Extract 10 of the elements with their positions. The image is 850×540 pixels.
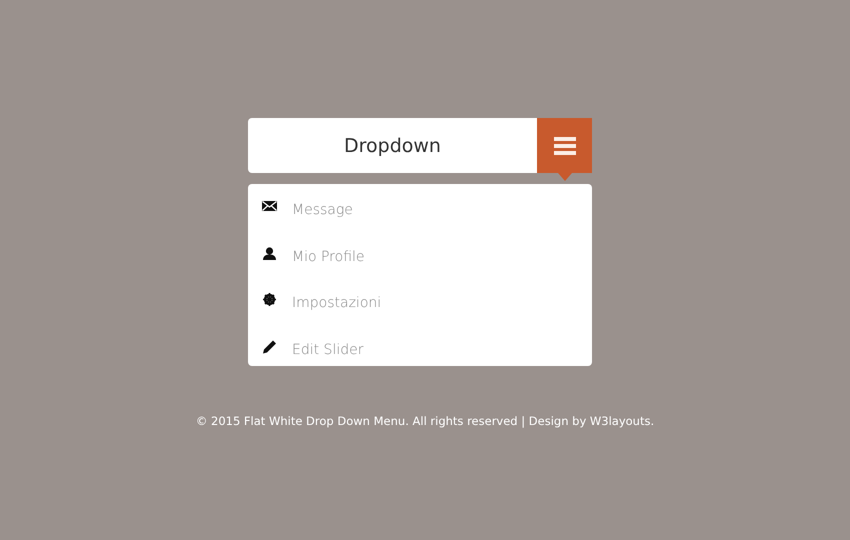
user-icon	[262, 246, 277, 261]
menu-item[interactable]: Mio Profile	[248, 234, 592, 280]
menu-item[interactable]: Impostazioni	[248, 280, 592, 326]
menu-item[interactable]: Edit Slider	[248, 326, 592, 373]
footer-text: © 2015 Flat White Drop Down Menu. All rights reserved | Design by W3layouts.	[194, 414, 656, 428]
gear-icon	[262, 293, 277, 308]
dropdown-title: Dropdown	[343, 134, 442, 158]
menu-icon	[554, 136, 576, 154]
menu-item[interactable]: Message	[248, 187, 592, 234]
pencil-icon	[262, 340, 277, 354]
